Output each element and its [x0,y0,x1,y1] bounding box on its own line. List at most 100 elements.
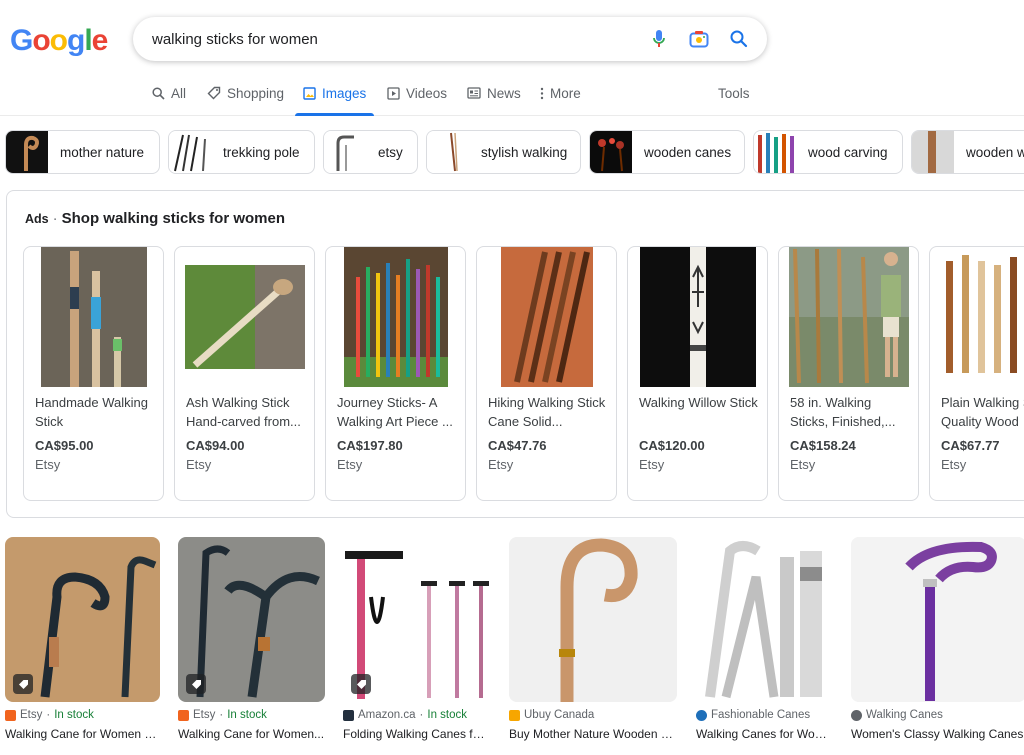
tab-label: News [487,85,521,101]
image-result[interactable]: Walking Canes Women's Classy Walking Can… [851,537,1024,747]
stock-status: In stock [227,709,267,721]
ads-separator: · [52,210,58,227]
product-store: Etsy [639,457,665,472]
product-tag-badge [186,674,206,694]
result-source: Amazon.ca · In stock [343,709,467,721]
voice-search-button[interactable] [639,17,679,61]
image-icon [303,86,316,100]
chip-stylish-walking[interactable]: stylish walking [426,130,581,174]
chip-label: wood carving [808,144,888,160]
result-image [343,537,490,702]
product-title: Handmade Walking Stick [35,395,148,429]
search-input[interactable] [133,30,639,48]
product-card[interactable]: Walking Willow Stick CA$120.00 Etsy [627,246,768,501]
product-tag-badge [13,674,33,694]
tag-icon [18,679,28,689]
product-card[interactable]: Hiking Walking Stick Cane Solid... CA$47… [476,246,617,501]
tab-label: Videos [406,85,448,101]
source-name: Etsy [20,709,43,721]
product-title: Journey Sticks- A Walking Art Piece ... [337,395,453,429]
chip-thumbnail [324,131,366,173]
chip-thumbnail [169,131,211,173]
chip-label: mother nature [60,144,145,160]
product-image [501,247,593,387]
result-title: Walking Cane for Women... [178,727,325,741]
image-result[interactable]: Etsy · In stock Walking Cane for Women W..… [5,537,160,747]
tools-button[interactable]: Tools [718,70,750,116]
product-image [344,247,448,387]
dot-separator: · [419,709,424,721]
shopping-ads-panel: Ads · Shop walking sticks for women Handma… [6,190,1024,518]
chip-etsy[interactable]: etsy [323,130,418,174]
etsy-favicon-icon [178,709,189,721]
result-image [696,537,832,702]
tag-icon [356,679,366,689]
tab-shopping[interactable]: Shopping [207,70,284,116]
chip-thumbnail [6,131,48,173]
tab-videos[interactable]: Videos [387,70,447,116]
stock-status: In stock [54,709,94,721]
product-price: CA$197.80 [337,438,403,453]
result-image [5,537,160,702]
product-price: CA$47.76 [488,438,547,453]
chip-label: trekking pole [223,144,300,160]
product-price: CA$120.00 [639,438,705,453]
product-card[interactable]: Handmade Walking Stick CA$95.00 Etsy [23,246,164,501]
product-card[interactable]: 58 in. Walking Sticks, Finished,... CA$1… [778,246,919,501]
chip-thumbnail [912,131,954,173]
tag-icon [207,86,221,100]
image-result[interactable]: Etsy · In stock Walking Cane for Women... [178,537,325,747]
google-logo[interactable]: Google [10,24,108,58]
image-result[interactable]: Amazon.ca · In stock Folding Walking Canes… [343,537,490,747]
product-store: Etsy [941,457,967,472]
ads-heading: Ads · Shop walking sticks for women [25,210,285,227]
tag-icon [191,679,201,689]
chip-thumbnail [754,131,796,173]
play-icon [387,86,400,100]
product-card[interactable]: Journey Sticks- A Walking Art Piece ... … [325,246,466,501]
chip-wooden-w[interactable]: wooden w [911,130,1024,174]
result-title: Walking Cane for Women W... [5,727,160,741]
product-price: CA$94.00 [186,438,245,453]
product-price: CA$158.24 [790,438,856,453]
tab-images[interactable]: Images [294,70,375,116]
dot-separator: · [46,709,51,721]
chip-trekking-pole[interactable]: trekking pole [168,130,315,174]
lens-search-button[interactable] [679,17,719,61]
product-title: Walking Willow Stick [639,395,758,410]
source-name: Ubuy Canada [524,709,595,721]
chip-wooden-canes[interactable]: wooden canes [589,130,745,174]
tab-all[interactable]: All [152,70,186,116]
result-image [509,537,677,702]
microphone-icon [653,30,665,47]
source-name: Fashionable Canes [711,709,811,721]
search-bar [133,17,767,61]
ads-title: Shop walking sticks for women [61,210,285,227]
result-image [851,537,1024,702]
tab-more[interactable]: More [540,70,581,116]
fashionable-canes-favicon-icon [696,709,707,721]
tab-label: Shopping [227,85,285,101]
product-image [185,265,305,369]
dot-separator: · [219,709,224,721]
result-image [178,537,325,702]
product-card[interactable]: Plain Walking S + Quality Wood CA$67.77 … [929,246,1024,501]
product-title: Hiking Walking Stick Cane Solid... [488,395,606,429]
image-result[interactable]: Fashionable Canes Walking Canes for Wom.… [696,537,832,747]
chip-mother-nature[interactable]: mother nature [5,130,160,174]
result-source: Etsy · In stock [178,709,267,721]
product-price: CA$67.77 [941,438,1000,453]
result-source: Walking Canes [851,709,943,721]
search-icon [152,86,165,100]
ads-label: Ads [25,212,49,226]
source-name: Amazon.ca [358,709,416,721]
tab-news[interactable]: News [467,70,521,116]
tab-label: Images [322,85,367,101]
chip-wood-carving[interactable]: wood carving [753,130,903,174]
product-title: Plain Walking S + Quality Wood [941,395,1024,429]
tools-label: Tools [718,85,750,101]
product-card[interactable]: Ash Walking Stick Hand-carved from... CA… [174,246,315,501]
search-submit-button[interactable] [719,17,759,61]
image-result[interactable]: Ubuy Canada Buy Mother Nature Wooden W..… [509,537,677,747]
tab-label: All [171,85,187,101]
